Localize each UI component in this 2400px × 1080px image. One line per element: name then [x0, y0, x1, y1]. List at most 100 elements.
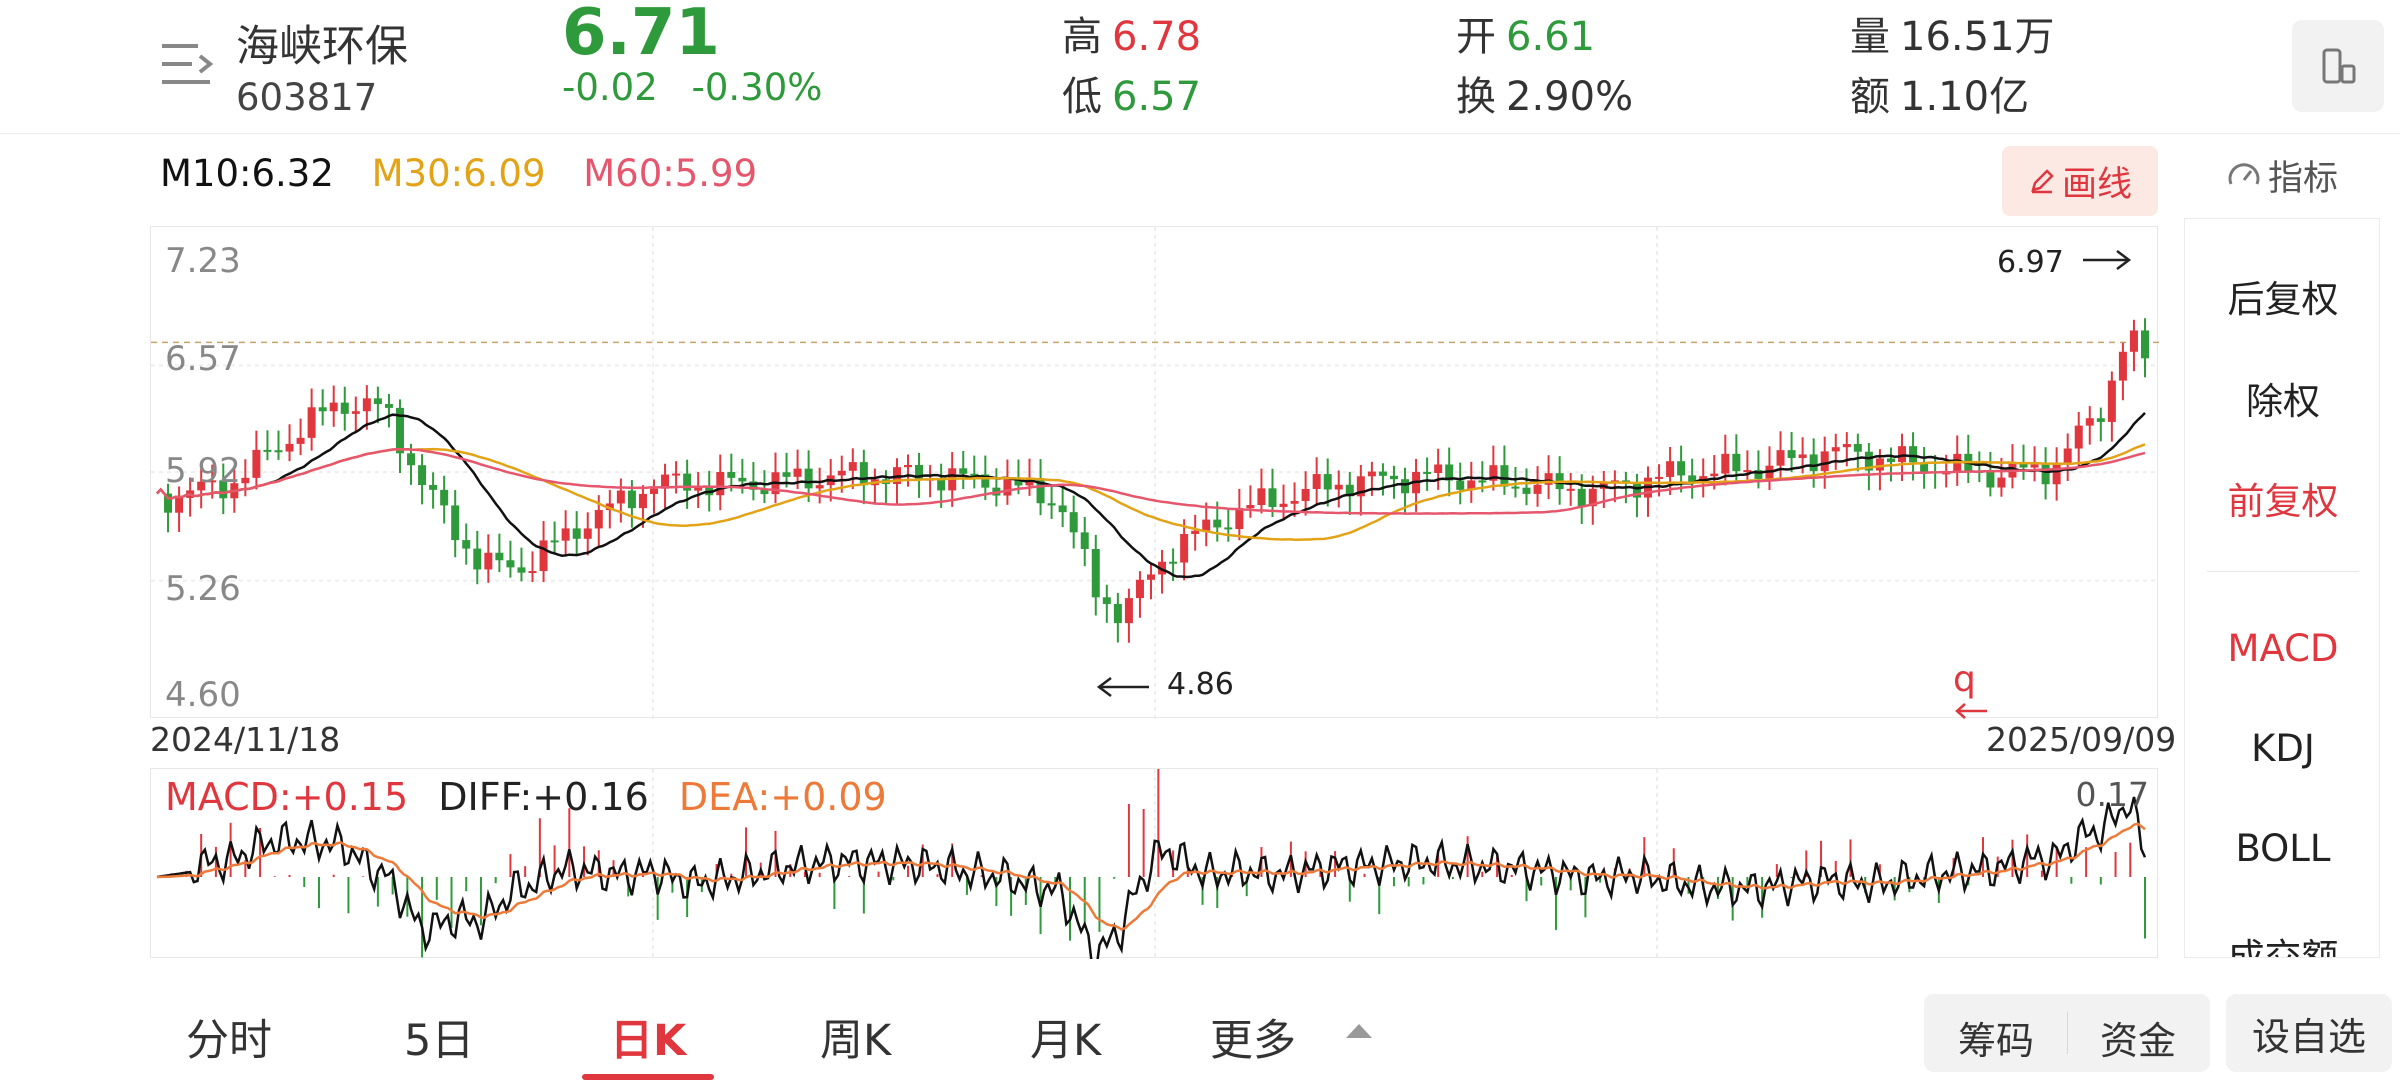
- candle-body: [1334, 484, 1343, 490]
- candle-body: [1102, 597, 1111, 604]
- tab-more[interactable]: 更多: [1210, 1006, 1296, 1068]
- y-tick-5: 4.60: [165, 675, 241, 715]
- candle-body: [384, 404, 393, 408]
- caret-up-icon[interactable]: [1346, 1024, 1372, 1038]
- candle-body: [1566, 488, 1575, 491]
- y-tick-1: 7.23: [165, 241, 241, 281]
- candle-body: [340, 402, 349, 414]
- note-marker[interactable]: q: [1953, 659, 1976, 700]
- stat-open-value: 6.61: [1506, 14, 1596, 60]
- candle-body: [307, 407, 316, 438]
- candle-body: [1147, 574, 1155, 580]
- candle-body: [672, 473, 681, 476]
- active-tab-indicator: [582, 1074, 714, 1080]
- macd-chart[interactable]: MACD:+0.15 DIFF:+0.16 DEA:+0.09 0.17: [150, 763, 2158, 977]
- kline-canvas: [151, 227, 2159, 719]
- tab-daily-k[interactable]: 日K: [610, 1006, 686, 1068]
- pencil-icon: [2031, 169, 2054, 194]
- candle-body: [318, 407, 327, 412]
- change-percent: -0.30%: [691, 66, 823, 109]
- candle-body: [1279, 503, 1288, 507]
- indicator-boll[interactable]: BOLL: [2185, 827, 2379, 870]
- candle-body: [2030, 464, 2039, 468]
- dea-value-label: DEA:+0.09: [678, 775, 887, 819]
- candle-body: [583, 528, 592, 539]
- candle-body: [1853, 444, 1862, 452]
- min-price-label: 4.86: [1167, 667, 1234, 702]
- tab-weekly-k[interactable]: 周K: [820, 1006, 891, 1068]
- candle-body: [2041, 464, 2050, 485]
- candle-body: [473, 548, 482, 570]
- candle-body: [1257, 488, 1266, 505]
- candle-body: [1268, 488, 1277, 507]
- candle-body: [252, 449, 261, 478]
- candle-body: [1235, 508, 1244, 530]
- option-back-adjusted[interactable]: 后复权: [2185, 269, 2379, 323]
- candle-body: [793, 468, 802, 477]
- candle-body: [1798, 454, 1807, 459]
- candle-body: [329, 402, 338, 412]
- stat-volume-label: 量: [1850, 14, 1890, 60]
- option-forward-adjusted[interactable]: 前复权: [2185, 471, 2379, 525]
- right-option-panel: 后复权 除权 前复权 MACD KDJ BOLL 成交额: [2184, 218, 2380, 958]
- gauge-icon: [2228, 162, 2260, 185]
- candle-body: [484, 552, 493, 570]
- change-value: -0.02: [562, 66, 658, 109]
- y-tick-4: 5.26: [165, 569, 241, 609]
- button-separator: [2067, 1012, 2068, 1054]
- chips-button[interactable]: 筹码: [1958, 1010, 2034, 1065]
- candle-body: [1080, 532, 1089, 549]
- candle-body: [959, 468, 968, 474]
- candle-body: [2129, 330, 2138, 352]
- candle-body: [1367, 471, 1376, 477]
- stat-high: 高 6.78: [1062, 4, 1201, 62]
- indicator-kdj[interactable]: KDJ: [2185, 727, 2379, 770]
- stat-open: 开 6.61: [1456, 4, 1595, 62]
- funds-button[interactable]: 资金: [2100, 1010, 2176, 1065]
- stat-turnover-label: 换: [1456, 74, 1496, 120]
- diff-value-label: DIFF:+0.16: [438, 775, 649, 819]
- candle-body: [1820, 451, 1829, 472]
- panel-divider: [2207, 571, 2359, 572]
- option-ex-rights[interactable]: 除权: [2185, 371, 2379, 425]
- add-watchlist-button[interactable]: 设自选: [2226, 994, 2392, 1072]
- kline-chart[interactable]: 7.23 6.57 5.92 5.26 4.60 6.97 4.86 q: [150, 226, 2159, 719]
- candle-body: [1511, 486, 1520, 489]
- tab-5day[interactable]: 5日: [404, 1006, 474, 1068]
- candle-body: [351, 411, 360, 414]
- stat-high-value: 6.78: [1112, 14, 1202, 60]
- candle-body: [1710, 473, 1719, 477]
- draw-line-button[interactable]: 画线: [2002, 146, 2158, 216]
- candle-body: [1831, 447, 1840, 452]
- indicator-macd[interactable]: MACD: [2185, 627, 2379, 670]
- candle-body: [362, 398, 371, 412]
- candle-body: [782, 472, 791, 477]
- candle-body: [650, 488, 658, 494]
- candle-body: [1389, 475, 1398, 480]
- candle-body: [1434, 464, 1443, 474]
- indicator-turnover-amount[interactable]: 成交额: [2185, 927, 2379, 957]
- y-tick-3: 5.92: [165, 451, 241, 491]
- tab-intraday[interactable]: 分时: [186, 1006, 272, 1068]
- tab-monthly-k[interactable]: 月K: [1030, 1006, 1101, 1068]
- candle-body: [1842, 444, 1851, 448]
- candle-body: [1909, 446, 1918, 463]
- candle-body: [1677, 461, 1686, 476]
- candle-body: [1478, 480, 1487, 483]
- candle-body: [638, 493, 647, 509]
- candle-body: [1191, 530, 1200, 534]
- candle-body: [285, 443, 294, 452]
- stat-amount-value: 1.10亿: [1900, 74, 2030, 120]
- candle-body: [528, 571, 537, 574]
- indicator-button[interactable]: 指标: [2226, 150, 2338, 201]
- menu-icon[interactable]: [158, 40, 214, 90]
- candle-body: [1577, 488, 1586, 507]
- candle-body: [716, 472, 725, 496]
- candle-body: [1290, 500, 1299, 504]
- stat-high-label: 高: [1062, 14, 1102, 60]
- macd-legend: MACD:+0.15 DIFF:+0.16 DEA:+0.09: [165, 775, 905, 819]
- landscape-toggle-button[interactable]: [2292, 20, 2384, 112]
- candle-body: [616, 490, 625, 504]
- diff-line: [156, 796, 2147, 977]
- candle-body: [1135, 579, 1144, 599]
